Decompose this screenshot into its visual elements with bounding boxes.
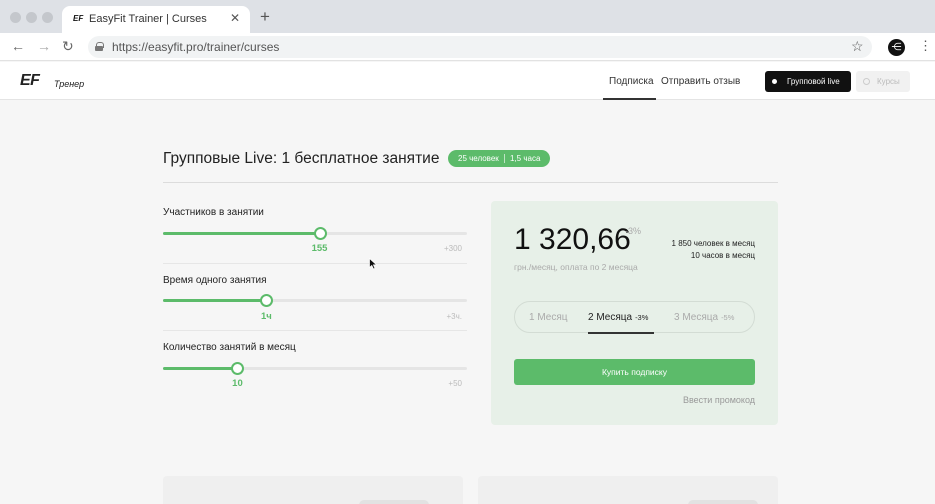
badge-people: 25 человек: [458, 154, 499, 163]
badge-hours: 1,5 часа: [510, 154, 541, 163]
lock-icon: [95, 42, 104, 51]
period-2-discount: -3%: [635, 313, 649, 322]
browser-toolbar: ← → ↻ https://easyfit.pro/trainer/curses…: [0, 33, 935, 61]
participants-value: 155: [311, 243, 328, 254]
people-per-month: 1 850 человек в месяц: [671, 239, 755, 248]
bottom-card-left: [163, 476, 463, 504]
window-maximize-dot[interactable]: [42, 12, 53, 23]
period-2-label: 2 Месяца: [588, 312, 633, 323]
courses-icon: [863, 78, 870, 85]
group-live-button[interactable]: Групповой live: [765, 71, 851, 92]
slider-divider: [163, 263, 467, 264]
new-tab-icon[interactable]: +: [260, 8, 270, 25]
extension-icon[interactable]: ⋲: [888, 39, 905, 56]
address-bar[interactable]: https://easyfit.pro/trainer/curses ☆: [88, 36, 872, 58]
badge-divider: [504, 154, 505, 163]
duration-slider-fill: [163, 299, 267, 302]
page-title: Групповые Live: 1 бесплатное занятие: [163, 150, 440, 167]
pricing-card: 1 320,66 -3% грн./месяц, оплата по 2 мес…: [491, 201, 778, 425]
sessions-slider-thumb[interactable]: [231, 362, 245, 375]
period-active-indicator: [588, 332, 654, 334]
participants-slider-thumb[interactable]: [313, 227, 327, 240]
url-text[interactable]: https://easyfit.pro/trainer/curses: [112, 40, 279, 54]
star-icon[interactable]: ☆: [851, 38, 864, 55]
browser-tab-bar: EF EasyFit Trainer | Curses ✕ +: [0, 0, 935, 33]
bottom-card-pill: [359, 500, 429, 504]
bottom-card-pill: [688, 500, 758, 504]
mouse-cursor-icon: [369, 258, 378, 270]
group-live-label: Групповой live: [787, 77, 840, 86]
duration-value: 1ч: [260, 311, 272, 322]
period-3-label: 3 Месяца: [674, 312, 719, 323]
forward-arrow-icon[interactable]: →: [37, 38, 51, 54]
period-selector: 1 Месяц 2 Месяца -3% 3 Месяца -5%: [514, 301, 755, 334]
participants-slider-fill: [163, 232, 320, 235]
tab-title: EasyFit Trainer | Curses: [89, 13, 207, 25]
participants-slider[interactable]: [163, 227, 467, 240]
menu-dots-icon[interactable]: ⋮: [919, 39, 932, 52]
sessions-slider-fill: [163, 367, 238, 370]
participants-label: Участников в занятии: [163, 207, 264, 218]
slider-divider: [163, 330, 467, 331]
duration-max: +3ч.: [446, 312, 462, 321]
title-divider: [163, 182, 778, 183]
price-value: 1 320,66: [514, 223, 631, 256]
tab-close-icon[interactable]: ✕: [230, 11, 240, 25]
period-3-discount: -5%: [721, 313, 735, 322]
period-1-month[interactable]: 1 Месяц: [529, 312, 568, 323]
hours-per-month: 10 часов в месяц: [690, 251, 755, 260]
period-1-label: 1 Месяц: [529, 312, 568, 323]
sessions-value: 10: [232, 378, 243, 389]
price-discount: -3%: [625, 226, 642, 236]
back-arrow-icon[interactable]: ←: [11, 38, 25, 54]
duration-slider-thumb[interactable]: [260, 294, 274, 307]
sessions-max: +50: [448, 379, 462, 388]
live-icon: [772, 79, 777, 84]
sessions-label: Количество занятий в месяц: [163, 342, 296, 353]
duration-label: Время одного занятия: [163, 275, 267, 286]
price-subtitle: грн./месяц, оплата по 2 месяца: [514, 262, 638, 272]
period-2-months[interactable]: 2 Месяца -3%: [588, 312, 648, 323]
buy-subscription-button[interactable]: Купить подписку: [514, 359, 755, 385]
site-header: EF Тренер Подписка Отправить отзыв Групп…: [0, 62, 935, 100]
reload-icon[interactable]: ↻: [62, 38, 74, 55]
participants-max: +300: [443, 244, 462, 253]
courses-button[interactable]: Курсы: [856, 71, 910, 92]
window-minimize-dot[interactable]: [26, 12, 37, 23]
nav-feedback[interactable]: Отправить отзыв: [661, 76, 740, 87]
logo-subtitle: Тренер: [54, 79, 85, 89]
info-badge: 25 человек 1,5 часа: [448, 150, 550, 167]
sessions-slider[interactable]: [163, 362, 467, 375]
duration-slider[interactable]: [163, 294, 467, 307]
period-3-months[interactable]: 3 Месяца -5%: [674, 312, 734, 323]
bottom-card-right: [478, 476, 778, 504]
browser-tab[interactable]: EF EasyFit Trainer | Curses ✕: [62, 6, 250, 33]
window-close-dot[interactable]: [10, 12, 21, 23]
nav-subscription[interactable]: Подписка: [609, 76, 654, 87]
tab-favicon-icon: EF: [73, 14, 84, 23]
nav-active-indicator: [603, 98, 656, 100]
courses-label: Курсы: [877, 77, 900, 86]
promo-code-link[interactable]: Ввести промокод: [641, 395, 755, 405]
logo[interactable]: EF: [20, 72, 40, 90]
